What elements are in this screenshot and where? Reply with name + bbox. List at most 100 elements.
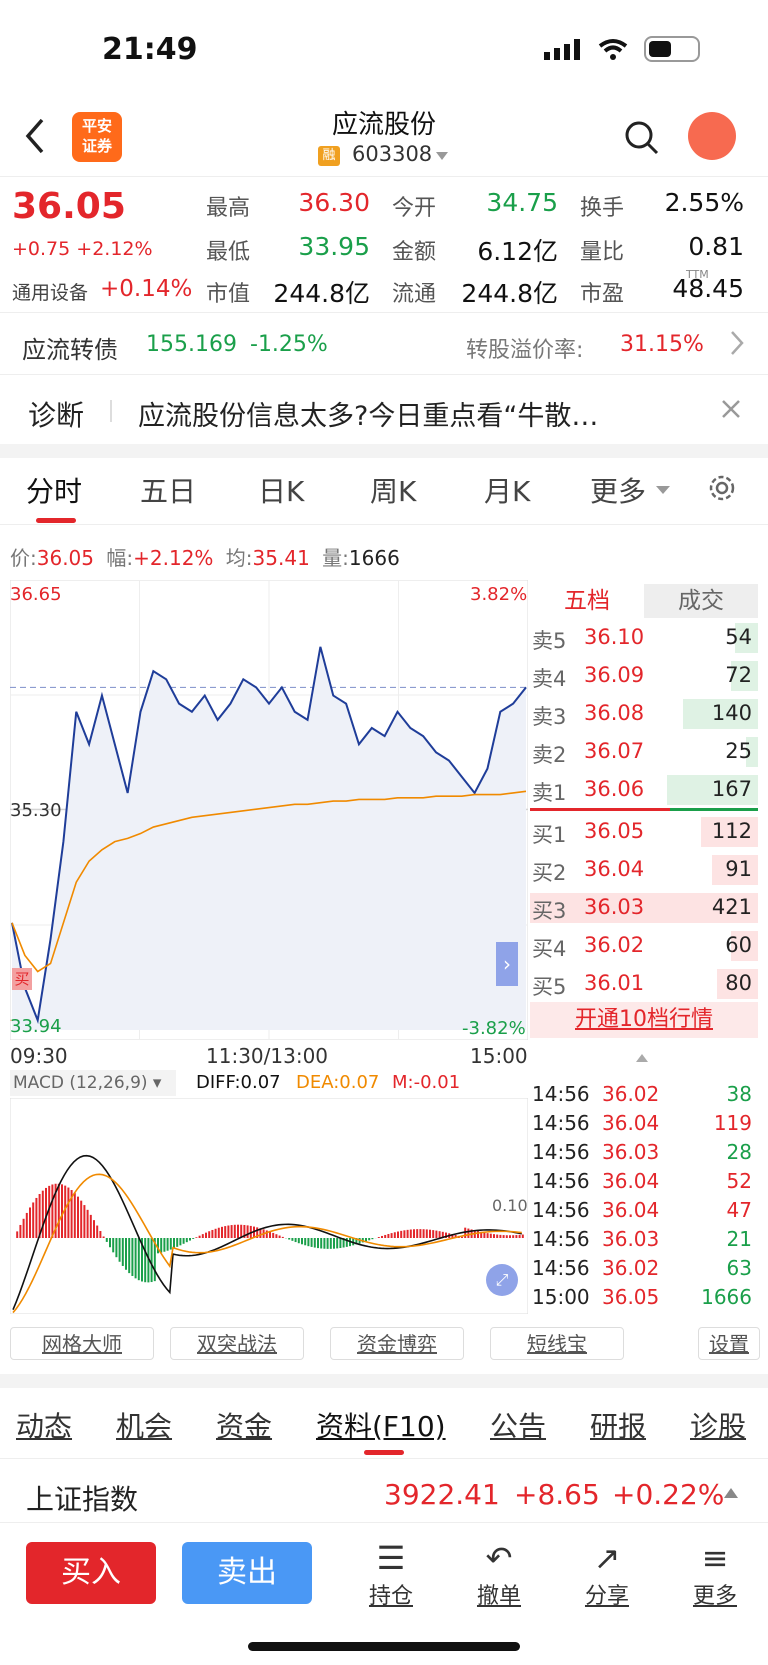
- level-label: 买4: [532, 937, 567, 961]
- nav-positions-label: 持仓: [368, 1584, 413, 1609]
- bid-row[interactable]: 买3 36.03 421: [530, 890, 758, 926]
- info-avg: 35.41: [252, 546, 310, 570]
- tab-day-k[interactable]: 日K: [258, 470, 304, 510]
- nav-share[interactable]: ↗ 分享: [572, 1538, 642, 1610]
- tab-dynamics[interactable]: 动态: [16, 1405, 72, 1445]
- level-label: 买2: [532, 861, 567, 885]
- macd-bar: [19, 1224, 22, 1238]
- macd-selector[interactable]: MACD (12,26,9) ▾: [10, 1070, 176, 1096]
- level-label: 买3: [532, 899, 567, 923]
- settings-gear-icon[interactable]: [706, 472, 738, 508]
- tool-grid-master[interactable]: 网格大师: [10, 1327, 154, 1360]
- intraday-chart[interactable]: [10, 580, 528, 1040]
- macd-bar: [301, 1238, 303, 1245]
- open-ten-levels-button[interactable]: 开通10档行情: [530, 1002, 758, 1038]
- macd-bar: [80, 1200, 83, 1238]
- change-value: +0.75: [12, 238, 71, 260]
- quote-label: 流通: [392, 282, 437, 307]
- search-icon[interactable]: [624, 120, 660, 160]
- bid-row[interactable]: 买4 36.02 60: [530, 928, 758, 964]
- level-volume: 421: [711, 895, 752, 919]
- ask-row[interactable]: 卖3 36.08 140: [530, 696, 758, 732]
- level-label: 卖5: [532, 629, 567, 653]
- macd-bar: [425, 1229, 428, 1238]
- tool-fund-game[interactable]: 资金博弈: [330, 1327, 464, 1360]
- tab-diagnose[interactable]: 诊股: [690, 1405, 746, 1445]
- tab-minute[interactable]: 分时: [26, 470, 82, 510]
- fullscreen-icon[interactable]: ⤢: [486, 1264, 518, 1296]
- scroll-up-icon[interactable]: [636, 1054, 648, 1062]
- tool-short-line[interactable]: 短线宝: [490, 1327, 624, 1360]
- macd-bar: [310, 1238, 313, 1247]
- tab-trades[interactable]: 成交: [644, 584, 758, 618]
- nav-cancel[interactable]: ↶ 撤单: [464, 1538, 534, 1610]
- code-dropdown-icon[interactable]: [436, 152, 448, 160]
- macd-bar: [22, 1218, 25, 1238]
- macd-bar: [320, 1238, 323, 1249]
- ask-row[interactable]: 卖5 36.10 54: [530, 620, 758, 656]
- macd-m: M:-0.01: [392, 1072, 461, 1093]
- quote-label: 换手: [580, 196, 625, 221]
- ask-row[interactable]: 卖1 36.06 167: [530, 772, 758, 808]
- stock-code[interactable]: 603308: [352, 142, 432, 166]
- tab-week-k[interactable]: 周K: [370, 470, 416, 510]
- macd-bar: [233, 1224, 236, 1238]
- tab-more[interactable]: 更多: [590, 470, 646, 510]
- nav-more[interactable]: ≡ 更多: [680, 1538, 750, 1610]
- ask-row[interactable]: 卖4 36.09 72: [530, 658, 758, 694]
- bid-row[interactable]: 买2 36.04 91: [530, 852, 758, 888]
- macd-bar: [333, 1238, 335, 1249]
- buy-marker[interactable]: 买: [12, 968, 32, 990]
- expand-arrow-icon[interactable]: ›: [496, 942, 518, 986]
- level-price: 36.04: [584, 857, 645, 881]
- macd-bar: [182, 1238, 185, 1244]
- macd-bar: [307, 1238, 310, 1247]
- close-icon[interactable]: [720, 398, 742, 424]
- macd-bar: [240, 1224, 243, 1238]
- bid-row[interactable]: 买5 36.01 80: [530, 966, 758, 1002]
- level-price: 36.02: [584, 933, 645, 957]
- tick-volume: 38: [726, 1082, 752, 1106]
- macd-bar: [109, 1238, 111, 1248]
- tab-five-levels[interactable]: 五档: [530, 584, 644, 618]
- tab-f10[interactable]: 资料(F10): [316, 1405, 446, 1445]
- tick-price: 36.02: [602, 1082, 660, 1106]
- nav-positions[interactable]: ☰ 持仓: [356, 1538, 426, 1610]
- macd-bar: [429, 1229, 431, 1238]
- sector-name[interactable]: 通用设备: [12, 278, 88, 305]
- macd-bar: [77, 1196, 79, 1238]
- time-open: 09:30: [10, 1044, 68, 1068]
- macd-bar: [275, 1234, 278, 1238]
- tab-research[interactable]: 研报: [590, 1405, 646, 1445]
- bid-row[interactable]: 买1 36.05 112: [530, 814, 758, 850]
- quote-value: 0.81: [688, 232, 744, 261]
- trade-tick: 14:56 36.04 52: [532, 1169, 756, 1198]
- macd-bar: [329, 1238, 332, 1249]
- macd-bar: [118, 1238, 121, 1262]
- buy-button[interactable]: 买入: [26, 1542, 156, 1604]
- price-change: +0.75 +2.12%: [12, 238, 153, 260]
- tick-volume: 47: [726, 1198, 752, 1222]
- tick-volume: 119: [713, 1111, 752, 1135]
- tick-time: 15:00: [532, 1285, 590, 1309]
- macd-bar: [86, 1209, 89, 1238]
- tool-settings[interactable]: 设置: [698, 1327, 760, 1360]
- tab-opportunity[interactable]: 机会: [116, 1405, 172, 1445]
- macd-bar: [121, 1238, 124, 1266]
- tab-five-day[interactable]: 五日: [140, 470, 196, 510]
- sell-button[interactable]: 卖出: [182, 1542, 312, 1604]
- macd-bar: [413, 1229, 415, 1238]
- ask-row[interactable]: 卖2 36.07 25: [530, 734, 758, 770]
- tool-double-break[interactable]: 双突战法: [170, 1327, 304, 1360]
- avatar[interactable]: [688, 112, 736, 160]
- tick-volume: 1666: [701, 1285, 752, 1309]
- tab-month-k[interactable]: 月K: [484, 470, 530, 510]
- macd-bar: [230, 1225, 233, 1238]
- tab-announcement[interactable]: 公告: [490, 1405, 546, 1445]
- macd-diff: DIFF:0.07: [196, 1072, 281, 1093]
- macd-bar: [128, 1238, 131, 1274]
- tab-funds[interactable]: 资金: [216, 1405, 272, 1445]
- index-expand-icon[interactable]: [724, 1488, 738, 1498]
- macd-bar: [403, 1230, 406, 1238]
- tick-volume: 21: [726, 1227, 752, 1251]
